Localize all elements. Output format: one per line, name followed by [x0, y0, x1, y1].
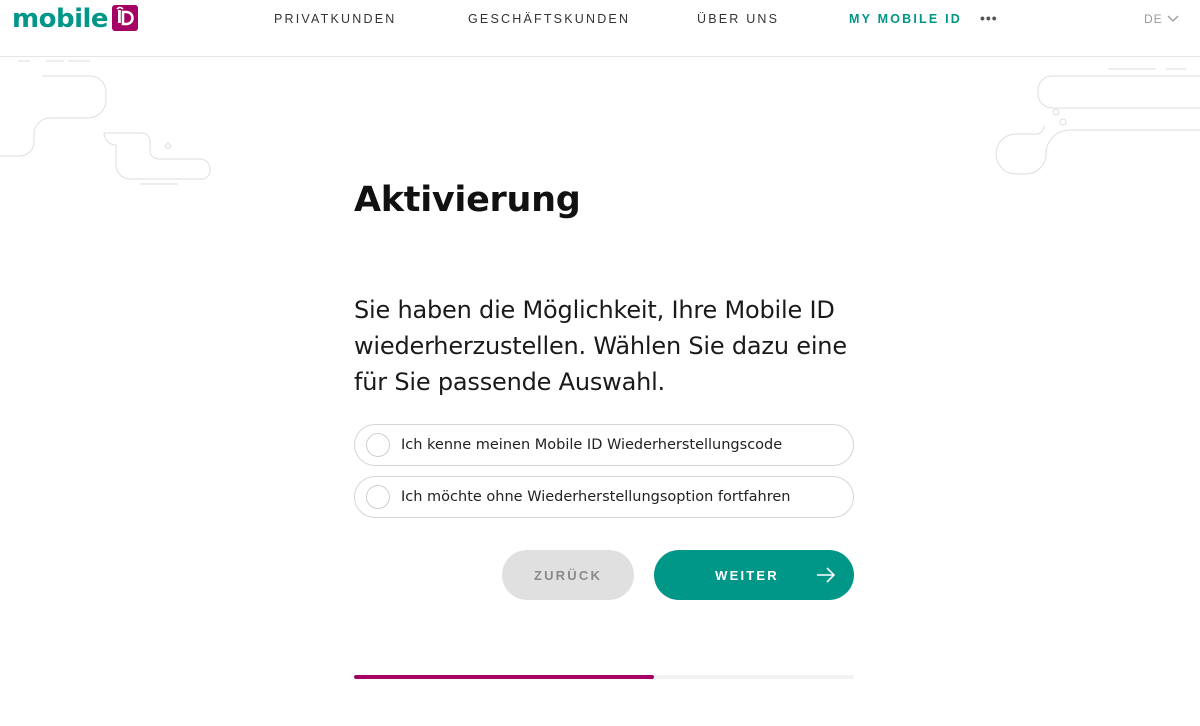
- intro-text: Sie haben die Möglichkeit, Ihre Mobile I…: [354, 296, 847, 396]
- option-label: Ich kenne meinen Mobile ID Wiederherstel…: [401, 437, 783, 453]
- option-label: Ich möchte ohne Wiederherstellungsoption…: [401, 489, 791, 505]
- radio-button[interactable]: [366, 433, 390, 457]
- next-button[interactable]: WEITER: [654, 550, 854, 600]
- brand-logo[interactable]: mobile: [12, 4, 139, 34]
- brand-wordmark: mobile: [12, 4, 109, 34]
- progress-bar: [354, 675, 854, 679]
- back-button[interactable]: ZURÜCK: [502, 550, 634, 600]
- nav-item-privatkunden[interactable]: PRIVATKUNDEN: [274, 12, 396, 26]
- nav-item-geschaeftskunden[interactable]: GESCHÄFTSKUNDEN: [468, 12, 630, 26]
- decorative-clouds-right: [995, 68, 1200, 175]
- next-button-label: WEITER: [715, 567, 779, 583]
- back-button-label: ZURÜCK: [533, 567, 603, 583]
- site-header: mobile PRIVATKUNDEN GESCHÄFTSKUNDEN ÜBER…: [0, 0, 1200, 57]
- arrow-right-icon: [817, 567, 836, 583]
- nav-item-ueber-uns[interactable]: ÜBER UNS: [697, 12, 779, 26]
- page-title: Aktivierung: [354, 180, 581, 220]
- chevron-down-icon: [1167, 15, 1179, 22]
- more-menu-button[interactable]: •••: [980, 10, 998, 26]
- radio-button[interactable]: [366, 485, 390, 509]
- decorative-clouds-left: [0, 60, 211, 185]
- option-recovery-code[interactable]: Ich kenne meinen Mobile ID Wiederherstel…: [354, 424, 854, 466]
- nav-item-my-mobile-id[interactable]: MY MOBILE ID: [849, 12, 962, 26]
- language-label: DE: [1144, 12, 1163, 26]
- option-continue-without-recovery[interactable]: Ich möchte ohne Wiederherstellungsoption…: [354, 476, 854, 518]
- progress-fill: [354, 675, 654, 679]
- id-badge-icon: [112, 5, 139, 31]
- language-selector[interactable]: DE: [1144, 12, 1179, 26]
